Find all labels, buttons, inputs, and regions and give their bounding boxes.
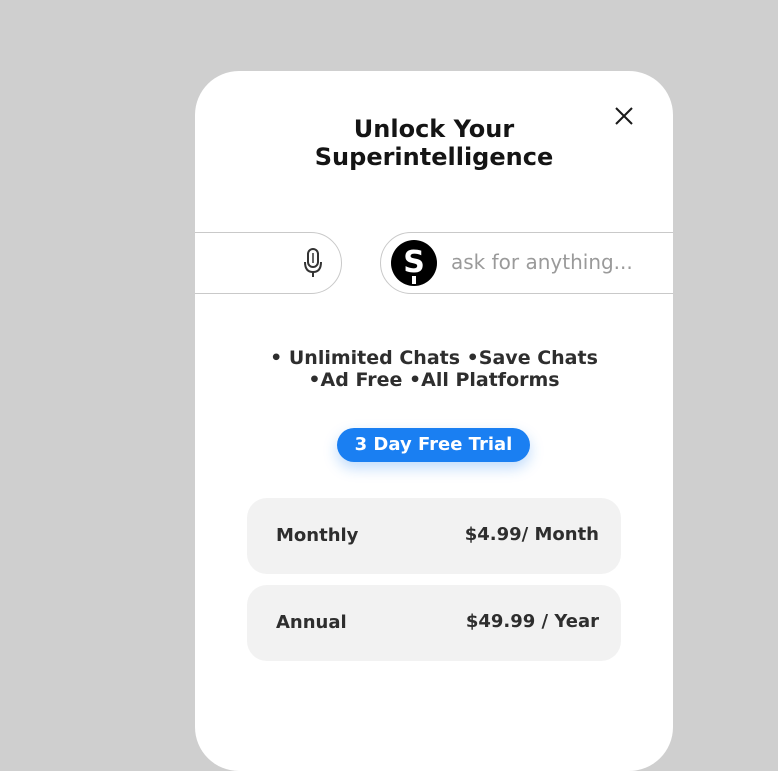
voice-input-pill[interactable] (195, 232, 342, 294)
chat-input-placeholder[interactable]: ask for anything... (451, 250, 633, 274)
free-trial-button[interactable]: 3 Day Free Trial (337, 428, 530, 462)
plan-price: $49.99 / Year (465, 611, 599, 632)
close-icon (615, 107, 633, 125)
logo-s-icon: S (403, 245, 425, 284)
plan-price: $4.99/ Month (464, 524, 599, 545)
plan-name: Annual (276, 612, 347, 633)
plan-annual[interactable]: Annual $49.99 / Year (247, 585, 621, 661)
plan-monthly[interactable]: Monthly $4.99/ Month (247, 498, 621, 574)
app-logo: S (391, 240, 437, 286)
title-line-2: Superintelligence (314, 143, 554, 171)
chat-input-pill[interactable]: S ask for anything... (380, 232, 673, 294)
close-button[interactable] (611, 103, 637, 129)
paywall-modal: Unlock Your Superintelligence S ask for … (195, 71, 673, 771)
feature-list: • Unlimited Chats •Save Chats •Ad Free •… (195, 347, 673, 391)
logo-letter: S (403, 245, 425, 280)
feature-line-2: •Ad Free •All Platforms (308, 369, 560, 391)
plan-name: Monthly (276, 525, 359, 546)
title-line-1: Unlock Your (353, 115, 515, 143)
microphone-icon[interactable] (303, 247, 323, 279)
modal-title: Unlock Your Superintelligence (195, 115, 673, 171)
feature-line-1: • Unlimited Chats •Save Chats (270, 347, 598, 369)
